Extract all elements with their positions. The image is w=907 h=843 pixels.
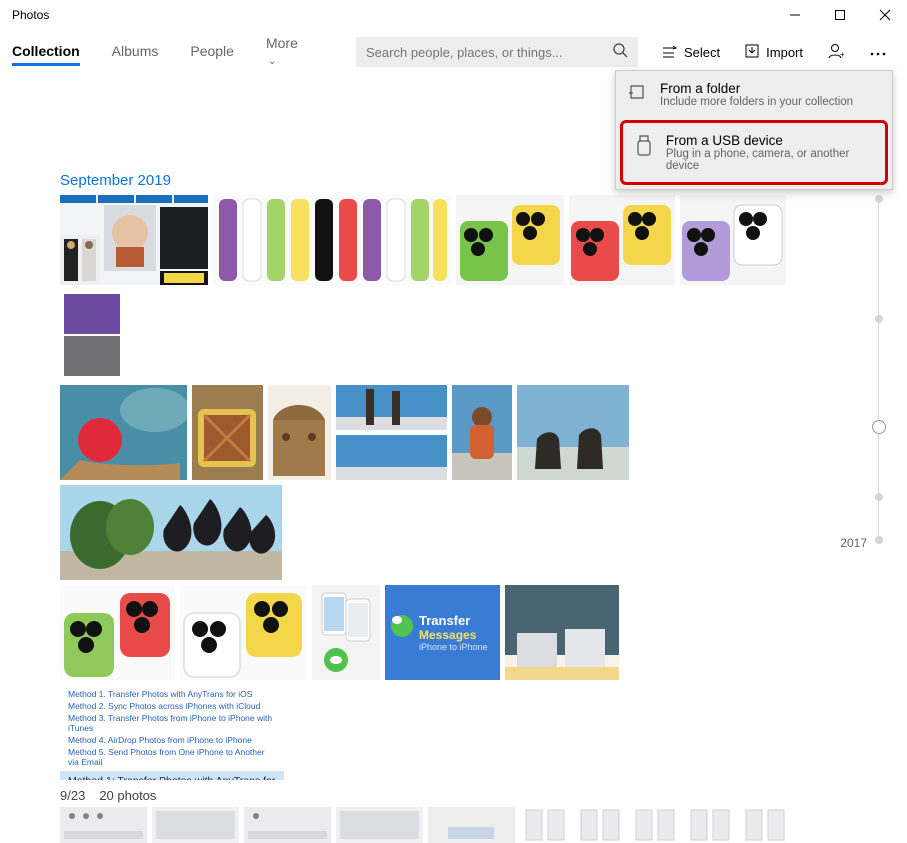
search-box[interactable] [356, 37, 638, 67]
import-dropdown: From a folder Include more folders in yo… [615, 70, 893, 190]
content-area: September 2019 [0, 172, 907, 843]
import-usb-title: From a USB device [666, 133, 873, 148]
search-icon [612, 42, 628, 63]
minimize-button[interactable] [772, 0, 817, 30]
photo-thumbnail[interactable] [244, 807, 331, 843]
select-icon [662, 44, 678, 61]
photo-thumbnail[interactable] [268, 385, 331, 480]
method-line: Method 3. Transfer Photos from iPhone to… [68, 713, 276, 733]
overflow-button[interactable] [861, 40, 895, 64]
photo-thumbnail[interactable]: Method 1. Transfer Photos with AnyTrans … [60, 685, 284, 780]
photo-thumbnail[interactable] [60, 485, 282, 580]
import-icon [744, 43, 760, 62]
tab-albums[interactable]: Albums [112, 39, 159, 66]
section-date: 9/23 [60, 788, 85, 803]
photo-thumbnail[interactable] [685, 807, 735, 843]
photo-thumbnail[interactable] [452, 385, 512, 480]
photo-thumbnail[interactable] [428, 807, 515, 843]
import-from-usb[interactable]: From a USB device Plug in a phone, camer… [620, 120, 888, 185]
photo-thumbnail[interactable] [680, 195, 786, 285]
import-from-folder[interactable]: From a folder Include more folders in yo… [616, 71, 892, 118]
import-folder-subtitle: Include more folders in your collection [660, 96, 853, 108]
photo-thumbnail[interactable] [180, 585, 307, 680]
photo-thumbnail[interactable] [505, 585, 619, 680]
import-button[interactable]: Import [736, 39, 811, 66]
folder-add-icon [628, 81, 648, 108]
close-button[interactable] [862, 0, 907, 30]
message-icon [391, 615, 413, 637]
tab-people[interactable]: People [190, 39, 234, 66]
photo-thumbnail[interactable] [336, 385, 447, 480]
select-button[interactable]: Select [654, 40, 728, 65]
tab-more-label: More [266, 35, 298, 51]
method-line: Method 2. Sync Photos across iPhones wit… [68, 701, 276, 711]
app-title: Photos [12, 8, 772, 22]
import-label: Import [766, 45, 803, 60]
photo-thumbnail[interactable] [152, 807, 239, 843]
maximize-icon [834, 9, 846, 21]
chevron-down-icon: ⌄ [268, 56, 276, 67]
close-icon [879, 9, 891, 21]
photo-thumbnail[interactable] [740, 807, 790, 843]
method-line: Method 1. Transfer Photos with AnyTrans … [68, 689, 276, 699]
photo-thumbnail[interactable] [312, 585, 380, 680]
photo-thumbnail[interactable] [517, 385, 629, 480]
ellipsis-icon [869, 44, 887, 60]
method-line: Method 4. AirDrop Photos from iPhone to … [68, 735, 276, 745]
tile-transfer-title: Transfer [419, 613, 500, 628]
usb-icon [635, 133, 654, 162]
import-usb-subtitle: Plug in a phone, camera, or another devi… [666, 148, 873, 172]
maximize-button[interactable] [817, 0, 862, 30]
photo-thumbnail[interactable] [336, 807, 423, 843]
photo-thumbnail[interactable]: Transfer Messages iPhone to iPhone [385, 585, 500, 680]
photo-thumbnail[interactable] [60, 290, 124, 380]
photo-thumbnail[interactable] [456, 195, 564, 285]
timeline-handle[interactable] [872, 420, 886, 434]
photo-thumbnail[interactable] [60, 807, 147, 843]
photo-thumbnail[interactable] [569, 195, 675, 285]
import-folder-title: From a folder [660, 81, 853, 96]
tab-more[interactable]: More ⌄ [266, 31, 304, 74]
timeline-tick [875, 195, 883, 203]
photo-thumbnail[interactable] [520, 807, 570, 843]
tile-transfer-sub1: Messages [419, 628, 500, 642]
method-line: Method 5. Send Photos from One iPhone to… [68, 747, 276, 767]
timeline-year: 2017 [840, 536, 867, 550]
timeline-tick [875, 493, 883, 501]
method-caption: Method 1: Transfer Photos with AnyTrans … [60, 771, 284, 780]
photo-thumbnail[interactable] [60, 585, 175, 680]
titlebar: Photos [0, 0, 907, 30]
photo-thumbnail[interactable] [575, 807, 625, 843]
timeline-scrubber[interactable]: 2017 [859, 195, 889, 544]
select-label: Select [684, 45, 720, 60]
photo-thumbnail[interactable] [213, 195, 451, 285]
svg-text:+: + [840, 50, 845, 59]
photo-thumbnail[interactable] [192, 385, 263, 480]
timeline-tick [875, 536, 883, 544]
minimize-icon [789, 9, 801, 21]
photo-thumbnail[interactable] [630, 807, 680, 843]
toolbar: Collection Albums People More ⌄ Select I… [0, 30, 907, 74]
user-add-icon: + [827, 42, 845, 63]
user-button[interactable]: + [819, 38, 853, 67]
timeline-tick [875, 315, 883, 323]
tile-transfer-sub2: iPhone to iPhone [419, 642, 500, 652]
search-input[interactable] [366, 45, 612, 60]
timeline-rail [878, 195, 879, 544]
photo-grid [60, 195, 847, 380]
photo-thumbnail[interactable] [60, 195, 208, 285]
tab-collection[interactable]: Collection [12, 39, 80, 66]
section-count: 20 photos [99, 788, 156, 803]
section-meta: 9/23 20 photos [60, 788, 847, 803]
photo-thumbnail[interactable] [60, 385, 187, 480]
